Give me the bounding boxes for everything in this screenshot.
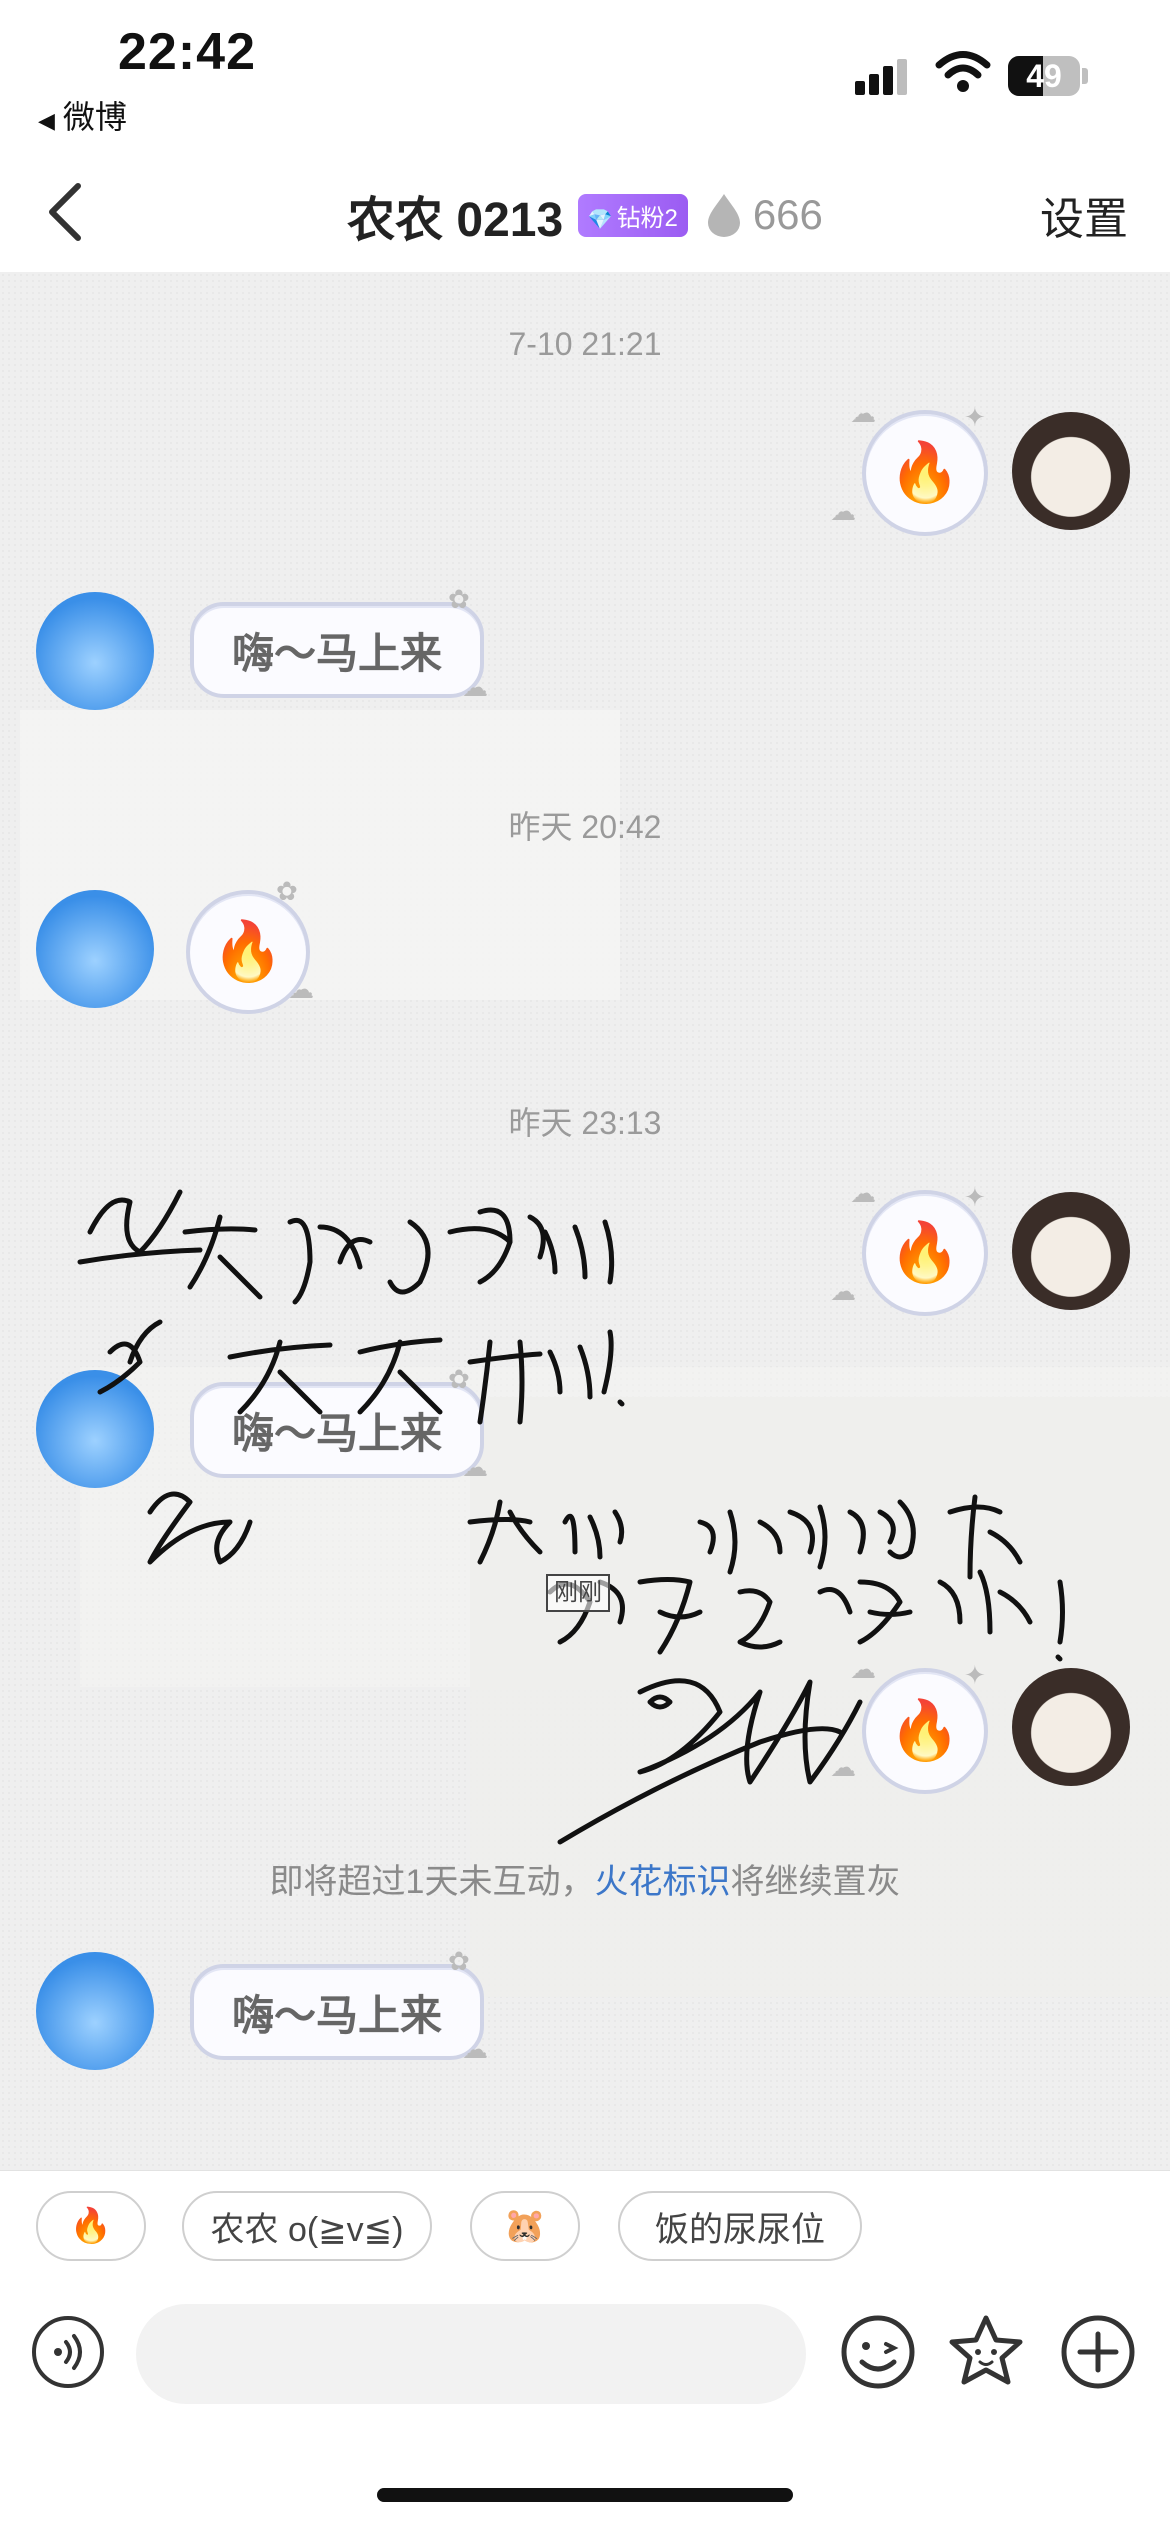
flower-deco-icon: ✿ <box>448 1946 470 1976</box>
battery-icon: 49 <box>1008 56 1080 96</box>
friend-avatar[interactable] <box>36 1952 154 2070</box>
voice-wave-icon <box>54 2334 82 2370</box>
quick-reply-bar: 🔥 农农 o(≧v≦) 🐹 饭的尿尿位 <box>0 2170 1170 2281</box>
back-triangle-icon: ◀ <box>38 108 55 133</box>
battery-level: 49 <box>1026 58 1062 94</box>
plus-button[interactable] <box>1056 2310 1140 2394</box>
voice-input-button[interactable] <box>32 2316 104 2388</box>
inactivity-notice: 即将超过1天未互动，火花标识将继续置灰 <box>0 1854 1170 1903</box>
quick-reply-hamster[interactable]: 🐹 <box>470 2191 580 2261</box>
gray-flame-icon <box>708 194 741 237</box>
clock: 22:42 <box>118 23 256 81</box>
handwritten-stamp: 刚刚 <box>546 1574 610 1612</box>
diamond-icon: 💎 <box>587 208 613 231</box>
fan-badge-label: 钻粉2 <box>616 204 678 232</box>
chat-header: 农农 0213 💎 钻粉2 666 设置 <box>0 150 1170 273</box>
home-indicator <box>377 2488 793 2502</box>
back-app-label: 微博 <box>62 99 127 135</box>
fan-level-badge: 💎 钻粉2 <box>577 193 688 237</box>
chat-title: 农农 0213 <box>347 194 564 247</box>
fire-badge-link[interactable]: 火花标识 <box>594 1863 730 1901</box>
wifi-icon <box>935 51 991 92</box>
emoji-button[interactable] <box>836 2310 920 2394</box>
fire-count: 666 <box>752 191 823 238</box>
quick-reply-phrase[interactable]: 饭的尿尿位 <box>618 2191 862 2261</box>
chat-area[interactable]: 7-10 21:21 🔥 ☁ ✦ ☁ 嗨～马上来 ✿ ☁ 昨天 20:42 🔥 … <box>0 272 1170 2170</box>
cellular-signal-icon <box>855 55 915 95</box>
header-title-group: 农农 0213 💎 钻粉2 666 <box>0 180 1170 250</box>
back-to-app-link[interactable]: ◀ 微博 <box>38 92 127 138</box>
message-input[interactable] <box>136 2304 806 2404</box>
quick-reply-nickname[interactable]: 农农 o(≧v≦) <box>182 2191 432 2261</box>
notice-text-after: 将继续置灰 <box>730 1863 901 1901</box>
message-bubble[interactable]: 嗨～马上来 <box>190 1964 484 2060</box>
sticker-star-button[interactable] <box>944 2310 1028 2394</box>
settings-button[interactable]: 设置 <box>1034 182 1134 248</box>
input-bar <box>0 2280 1170 2532</box>
notice-text-before: 即将超过1天未互动， <box>269 1863 595 1901</box>
cloud-deco-icon: ☁ <box>462 2034 488 2064</box>
battery-tip <box>1082 68 1088 84</box>
quick-reply-fire[interactable]: 🔥 <box>36 2191 146 2261</box>
status-bar: 22:42 ◀ 微博 49 <box>0 0 1170 150</box>
